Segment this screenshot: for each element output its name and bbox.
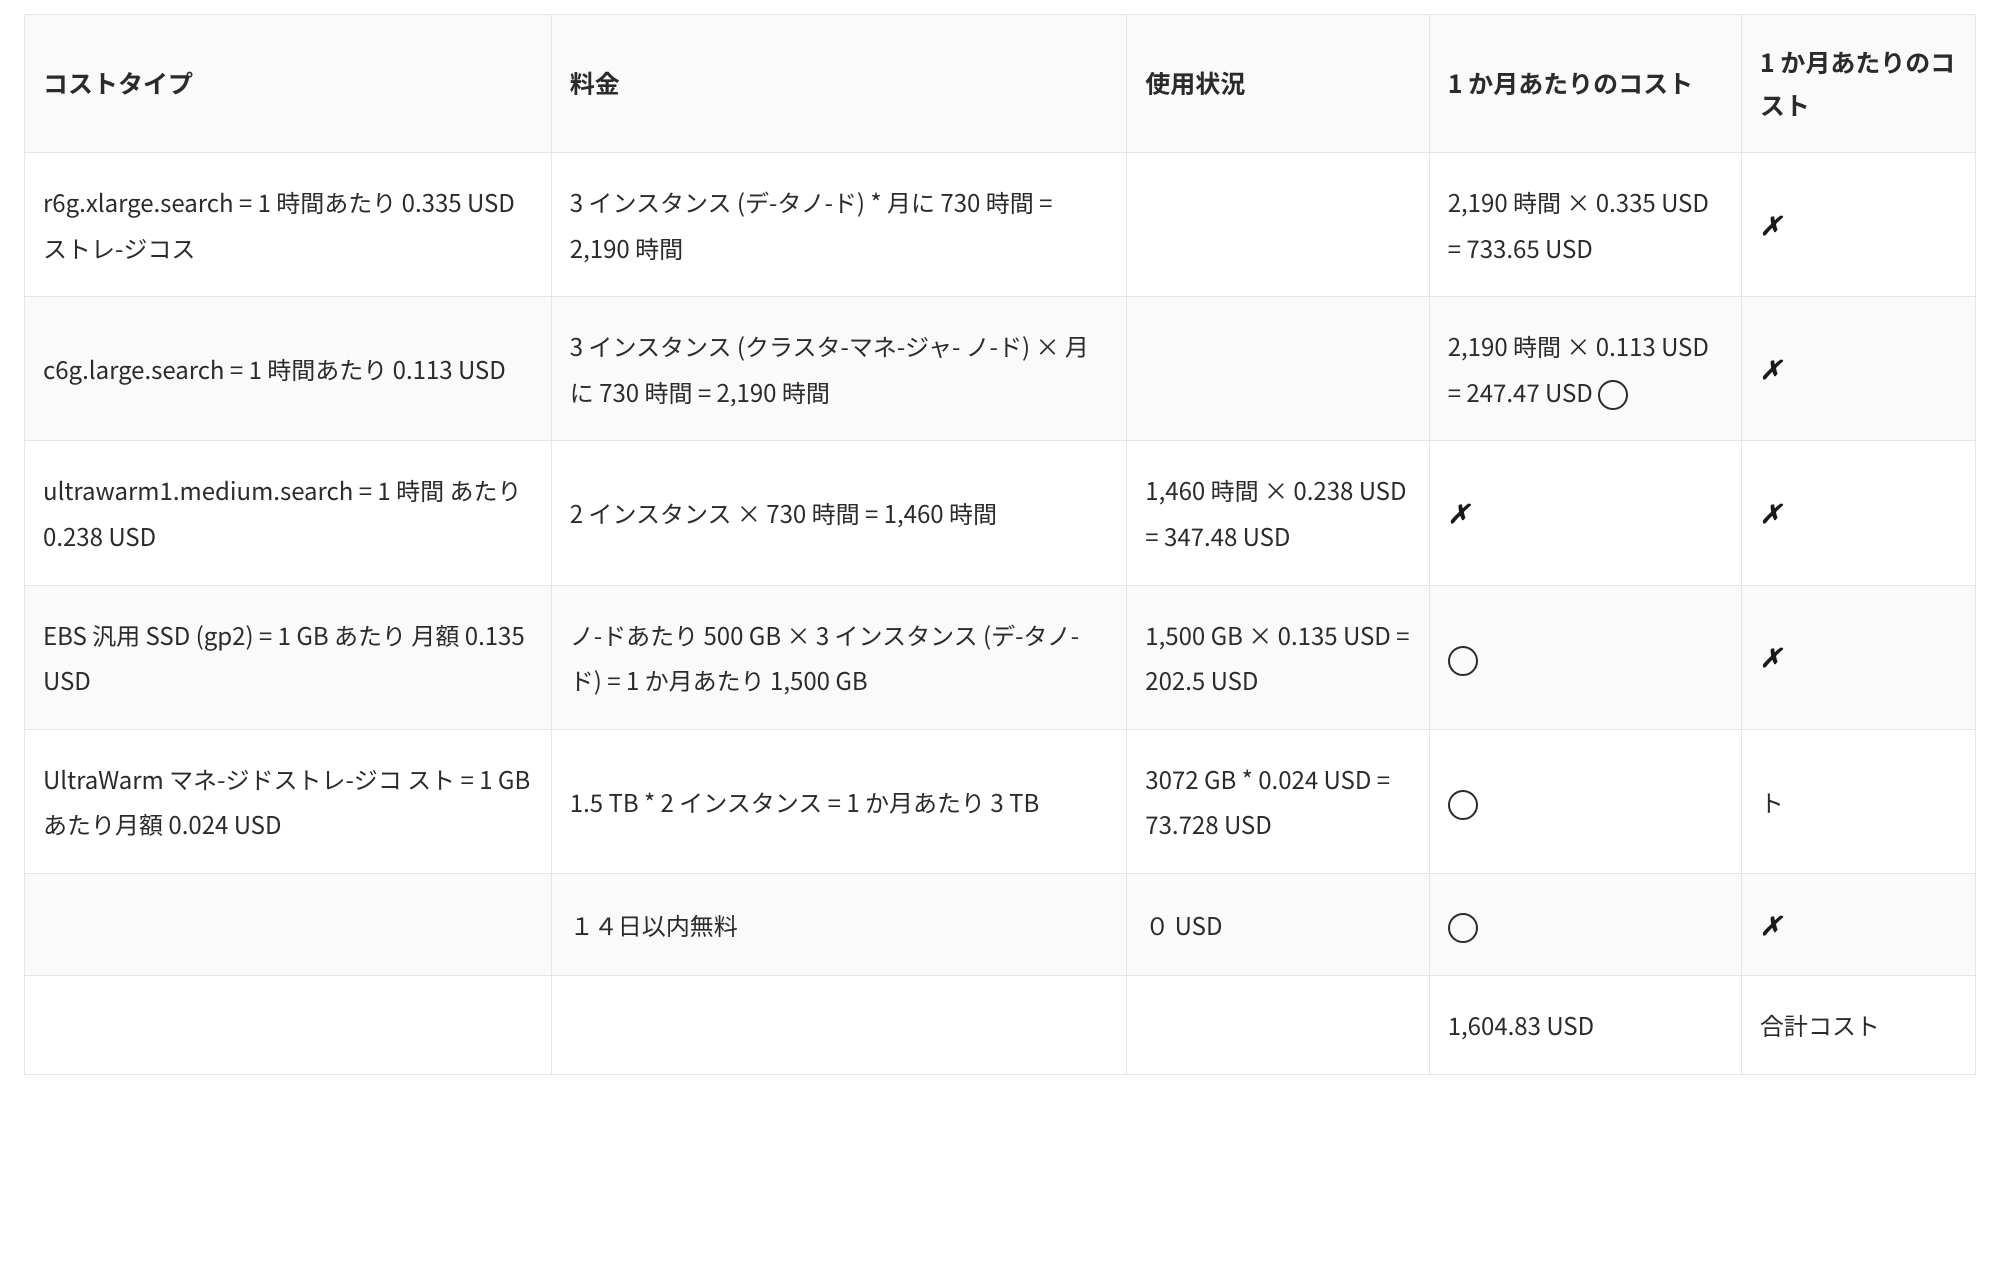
cell-monthly-b: 合計コスト: [1741, 976, 1975, 1075]
cell-usage: 1,460 時間 × 0.238 USD = 347.48 USD: [1127, 441, 1429, 585]
circle-icon: [1448, 790, 1478, 820]
cell-rate: ノ-ドあたり 500 GB × 3 インスタンス (デ-タノ-ド) = 1 か月…: [551, 585, 1127, 729]
cell-cost-type: ultrawarm1.medium.search = 1 時間 あたり 0.23…: [25, 441, 552, 585]
x-mark-icon: ✗: [1760, 206, 1782, 243]
x-mark-icon: ✗: [1760, 494, 1782, 531]
col-usage: 使用状況: [1127, 15, 1429, 153]
table-header-row: コストタイプ 料金 使用状況 1 か月あたりのコスト 1 か月あたりのコスト: [25, 15, 1976, 153]
cell-monthly-a: ✗: [1429, 441, 1741, 585]
cell-usage: ０ USD: [1127, 873, 1429, 975]
col-cost-type: コストタイプ: [25, 15, 552, 153]
circle-icon: [1448, 646, 1478, 676]
cell-usage: [1127, 153, 1429, 297]
cell-monthly-b: ✗: [1741, 297, 1975, 441]
x-mark-icon: ✗: [1760, 350, 1782, 387]
col-rate: 料金: [551, 15, 1127, 153]
cell-cost-type: EBS 汎用 SSD (gp2) = 1 GB あたり 月額 0.135 USD: [25, 585, 552, 729]
cell-monthly-a: [1429, 729, 1741, 873]
cell-usage: [1127, 297, 1429, 441]
cell-cost-type: r6g.xlarge.search = 1 時間あたり 0.335 USD スト…: [25, 153, 552, 297]
cell-monthly-b: ✗: [1741, 153, 1975, 297]
col-monthly-b: 1 か月あたりのコスト: [1741, 15, 1975, 153]
cell-rate: 1.5 TB * 2 インスタンス = 1 か月あたり 3 TB: [551, 729, 1127, 873]
cell-monthly-a: 2,190 時間 × 0.335 USD = 733.65 USD: [1429, 153, 1741, 297]
cell-monthly-a: [1429, 873, 1741, 975]
cell-usage: [1127, 976, 1429, 1075]
col-monthly-a: 1 か月あたりのコスト: [1429, 15, 1741, 153]
cell-rate: 3 インスタンス (クラスタ-マネ-ジャ- ノ-ド) × 月に 730 時間 =…: [551, 297, 1127, 441]
table-row: UltraWarm マネ-ジドストレ-ジコ スト = 1 GB あたり月額 0.…: [25, 729, 1976, 873]
cell-monthly-b: ✗: [1741, 585, 1975, 729]
cell-monthly-a: 1,604.83 USD: [1429, 976, 1741, 1075]
cell-rate: [551, 976, 1127, 1075]
x-mark-icon: ✗: [1448, 494, 1470, 531]
circle-icon: [1448, 913, 1478, 943]
x-mark-icon: ✗: [1760, 906, 1782, 943]
cell-monthly-a: 2,190 時間 × 0.113 USD = 247.47 USD: [1429, 297, 1741, 441]
cell-monthly-b: ト: [1741, 729, 1975, 873]
cell-cost-type: UltraWarm マネ-ジドストレ-ジコ スト = 1 GB あたり月額 0.…: [25, 729, 552, 873]
cell-cost-type: c6g.large.search = 1 時間あたり 0.113 USD: [25, 297, 552, 441]
cell-usage: 1,500 GB × 0.135 USD = 202.5 USD: [1127, 585, 1429, 729]
cell-usage: 3072 GB * 0.024 USD = 73.728 USD: [1127, 729, 1429, 873]
cell-cost-type: [25, 976, 552, 1075]
table-row: r6g.xlarge.search = 1 時間あたり 0.335 USD スト…: [25, 153, 1976, 297]
table-row: ultrawarm1.medium.search = 1 時間 あたり 0.23…: [25, 441, 1976, 585]
table-row: １４日以内無料０ USD ✗: [25, 873, 1976, 975]
cell-rate: 2 インスタンス × 730 時間 = 1,460 時間: [551, 441, 1127, 585]
cell-monthly-a: [1429, 585, 1741, 729]
cell-cost-type: [25, 873, 552, 975]
table-row: 1,604.83 USD合計コスト: [25, 976, 1976, 1075]
cost-breakdown-table: コストタイプ 料金 使用状況 1 か月あたりのコスト 1 か月あたりのコスト r…: [24, 14, 1976, 1075]
cell-rate: １４日以内無料: [551, 873, 1127, 975]
cell-monthly-b: ✗: [1741, 441, 1975, 585]
table-row: EBS 汎用 SSD (gp2) = 1 GB あたり 月額 0.135 USD…: [25, 585, 1976, 729]
cell-monthly-b: ✗: [1741, 873, 1975, 975]
x-mark-icon: ✗: [1760, 638, 1782, 675]
table-row: c6g.large.search = 1 時間あたり 0.113 USD3 イン…: [25, 297, 1976, 441]
circle-icon: [1598, 380, 1628, 410]
cell-rate: 3 インスタンス (デ-タノ-ド) * 月に 730 時間 = 2,190 時間: [551, 153, 1127, 297]
